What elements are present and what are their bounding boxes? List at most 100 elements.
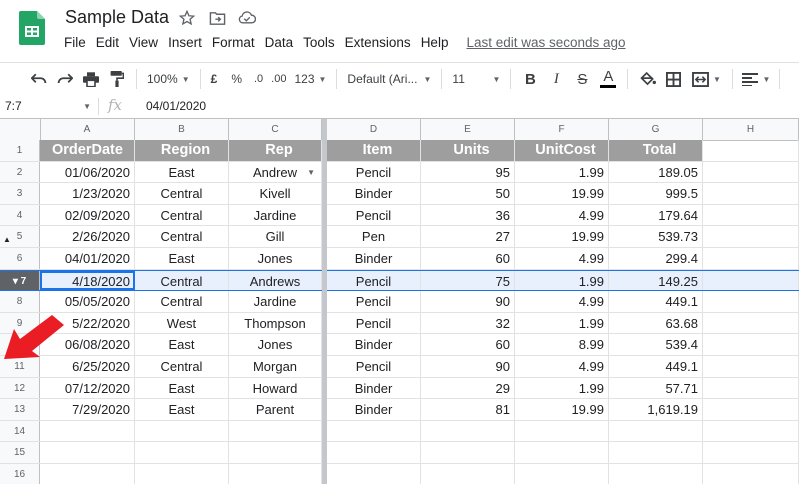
cell-b9[interactable]: West [135,312,229,334]
cell-c10[interactable]: Jones [229,334,322,355]
cell-g12[interactable]: 57.71 [609,377,703,399]
cell-c7[interactable]: Andrews [229,270,322,291]
cell-h3[interactable] [703,183,799,204]
cell-b8[interactable]: Central [135,291,229,312]
row-number-12[interactable]: 12 [0,377,40,399]
cell-e12[interactable]: 29 [421,377,515,399]
table-row[interactable]: 3 1/23/2020 Central Kivell Binder 50 19.99 999.… [0,183,799,205]
cell-g6[interactable]: 299.4 [609,248,703,269]
menu-help[interactable]: Help [421,35,449,50]
bold-button[interactable]: B [517,67,543,91]
cell-a8[interactable]: 05/05/2020 [40,291,135,312]
cell-b11[interactable]: Central [135,356,229,377]
cell-e3[interactable]: 50 [421,183,515,204]
menu-view[interactable]: View [129,35,158,50]
cell-d16[interactable] [327,464,421,484]
cell-b2[interactable]: East [135,161,229,183]
format-currency-button[interactable]: £ [207,67,222,91]
horizontal-align-icon[interactable]: ▼ [739,67,773,91]
borders-icon[interactable] [660,67,686,91]
table-row[interactable]: 5 2/26/2020 Central Gill Pen 27 19.99 539.73 [0,226,799,248]
cell-d3[interactable]: Binder [327,183,421,204]
table-row[interactable]: 1006/08/2020EastJonesBinder608.99539.4 [0,334,799,356]
column-header-a[interactable]: A [40,119,135,140]
cell-h9[interactable] [703,312,799,334]
cell-e10[interactable]: 60 [421,334,515,355]
cell-g14[interactable] [609,420,703,442]
cell-h11[interactable] [703,356,799,377]
row-number-4[interactable]: 4 [0,204,40,226]
cell-b12[interactable]: East [135,377,229,399]
cell-h14[interactable] [703,420,799,442]
cell-f2[interactable]: 1.99 [515,161,609,183]
column-header-h[interactable]: H [703,119,799,140]
cell-h12[interactable] [703,377,799,399]
cell-e4[interactable]: 36 [421,204,515,226]
cell-d7[interactable]: Pencil [327,270,421,291]
cell-e9[interactable]: 32 [421,312,515,334]
cell-e15[interactable] [421,442,515,463]
cell-c14[interactable] [229,420,322,442]
cell-a12[interactable]: 07/12/2020 [40,377,135,399]
cell-d15[interactable] [327,442,421,463]
cell-g10[interactable]: 539.4 [609,334,703,355]
cell-f1[interactable]: UnitCost [515,140,609,161]
cell-b14[interactable] [135,420,229,442]
cell-h13[interactable] [703,399,799,420]
menu-tools[interactable]: Tools [303,35,335,50]
cell-a13[interactable]: 7/29/2020 [40,399,135,420]
cell-a6[interactable]: 04/01/2020 [40,248,135,269]
format-percent-button[interactable]: % [227,67,246,91]
cell-b3[interactable]: Central [135,183,229,204]
cell-a4[interactable]: 02/09/2020 [40,204,135,226]
cell-h10[interactable] [703,334,799,355]
cell-b15[interactable] [135,442,229,463]
cell-c11[interactable]: Morgan [229,356,322,377]
move-folder-icon[interactable] [208,9,226,27]
strikethrough-button[interactable]: S [569,67,595,91]
table-row[interactable]: 9 5/22/2020 West Thompson Pencil 32 1.99 63.68 [0,312,799,335]
row-number-16[interactable]: 16 [0,464,40,484]
cell-h16[interactable] [703,464,799,484]
cell-a2[interactable]: 01/06/2020 [40,161,135,183]
row-number-13[interactable]: 13 [0,399,40,420]
table-row[interactable]: 16 [0,464,799,484]
more-formats-button[interactable]: 123 ▼ [290,67,330,91]
column-header-b[interactable]: B [135,119,229,140]
cell-g3[interactable]: 999.5 [609,183,703,204]
cell-f11[interactable]: 4.99 [515,356,609,377]
zoom-select[interactable]: 100% ▼ [143,67,194,91]
cell-f5[interactable]: 19.99 [515,226,609,247]
cell-g1[interactable]: Total [609,140,703,161]
cell-d2[interactable]: Pencil [327,161,421,183]
cell-d1[interactable]: Item [327,140,421,161]
table-row[interactable]: 4 02/09/2020 Central Jardine Pencil 36 4.99 179… [0,204,799,227]
cell-g13[interactable]: 1,619.19 [609,399,703,420]
column-header-c[interactable]: C [229,119,322,140]
cell-b6[interactable]: East [135,248,229,269]
cell-b13[interactable]: East [135,399,229,420]
cell-c6[interactable]: Jones [229,248,322,269]
decrease-decimal-button[interactable]: .0 [250,67,267,91]
cell-f13[interactable]: 19.99 [515,399,609,420]
table-row[interactable]: 6 04/01/2020 East Jones Binder 60 4.99 299.4 [0,248,799,270]
table-row[interactable]: 2 01/06/2020 East Andrew ▼ Pencil 95 1.99 189.05 [0,161,799,184]
sheets-logo-icon[interactable] [19,11,45,45]
menu-edit[interactable]: Edit [96,35,119,50]
cell-a7[interactable]: 4/18/2020 [40,270,135,291]
italic-button[interactable]: I [543,67,569,91]
merge-cells-icon[interactable]: ▼ [686,67,726,91]
row-number-1[interactable]: 1 [0,140,40,161]
row-number-14[interactable]: 14 [0,420,40,442]
cell-g11[interactable]: 449.1 [609,356,703,377]
cell-a15[interactable] [40,442,135,463]
cell-c3[interactable]: Kivell [229,183,322,204]
menu-format[interactable]: Format [212,35,255,50]
cell-a14[interactable] [40,420,135,442]
row-number-7[interactable]: ▾ 7 [0,270,40,291]
redo-icon[interactable] [52,67,78,91]
last-edit-link[interactable]: Last edit was seconds ago [466,35,625,50]
cell-g15[interactable] [609,442,703,463]
cell-g8[interactable]: 449.1 [609,291,703,312]
cell-f6[interactable]: 4.99 [515,248,609,269]
